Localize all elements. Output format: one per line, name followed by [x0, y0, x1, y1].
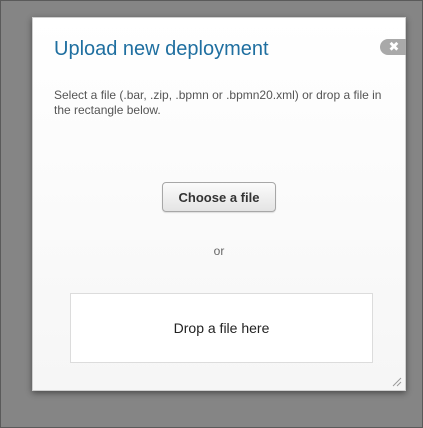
- file-drop-zone[interactable]: Drop a file here: [70, 293, 373, 363]
- close-button[interactable]: ✖: [380, 39, 406, 55]
- upload-deployment-dialog: Upload new deployment ✖ Select a file (.…: [32, 17, 406, 391]
- close-icon: ✖: [388, 39, 400, 54]
- choose-file-button[interactable]: Choose a file: [162, 182, 276, 212]
- screen-frame: Upload new deployment ✖ Select a file (.…: [0, 0, 423, 428]
- dialog-description: Select a file (.bar, .zip, .bpmn or .bpm…: [54, 88, 382, 117]
- drop-zone-label: Drop a file here: [173, 320, 270, 336]
- resize-grip-icon[interactable]: [390, 375, 402, 387]
- dialog-title: Upload new deployment: [54, 38, 269, 60]
- or-separator: or: [213, 244, 225, 258]
